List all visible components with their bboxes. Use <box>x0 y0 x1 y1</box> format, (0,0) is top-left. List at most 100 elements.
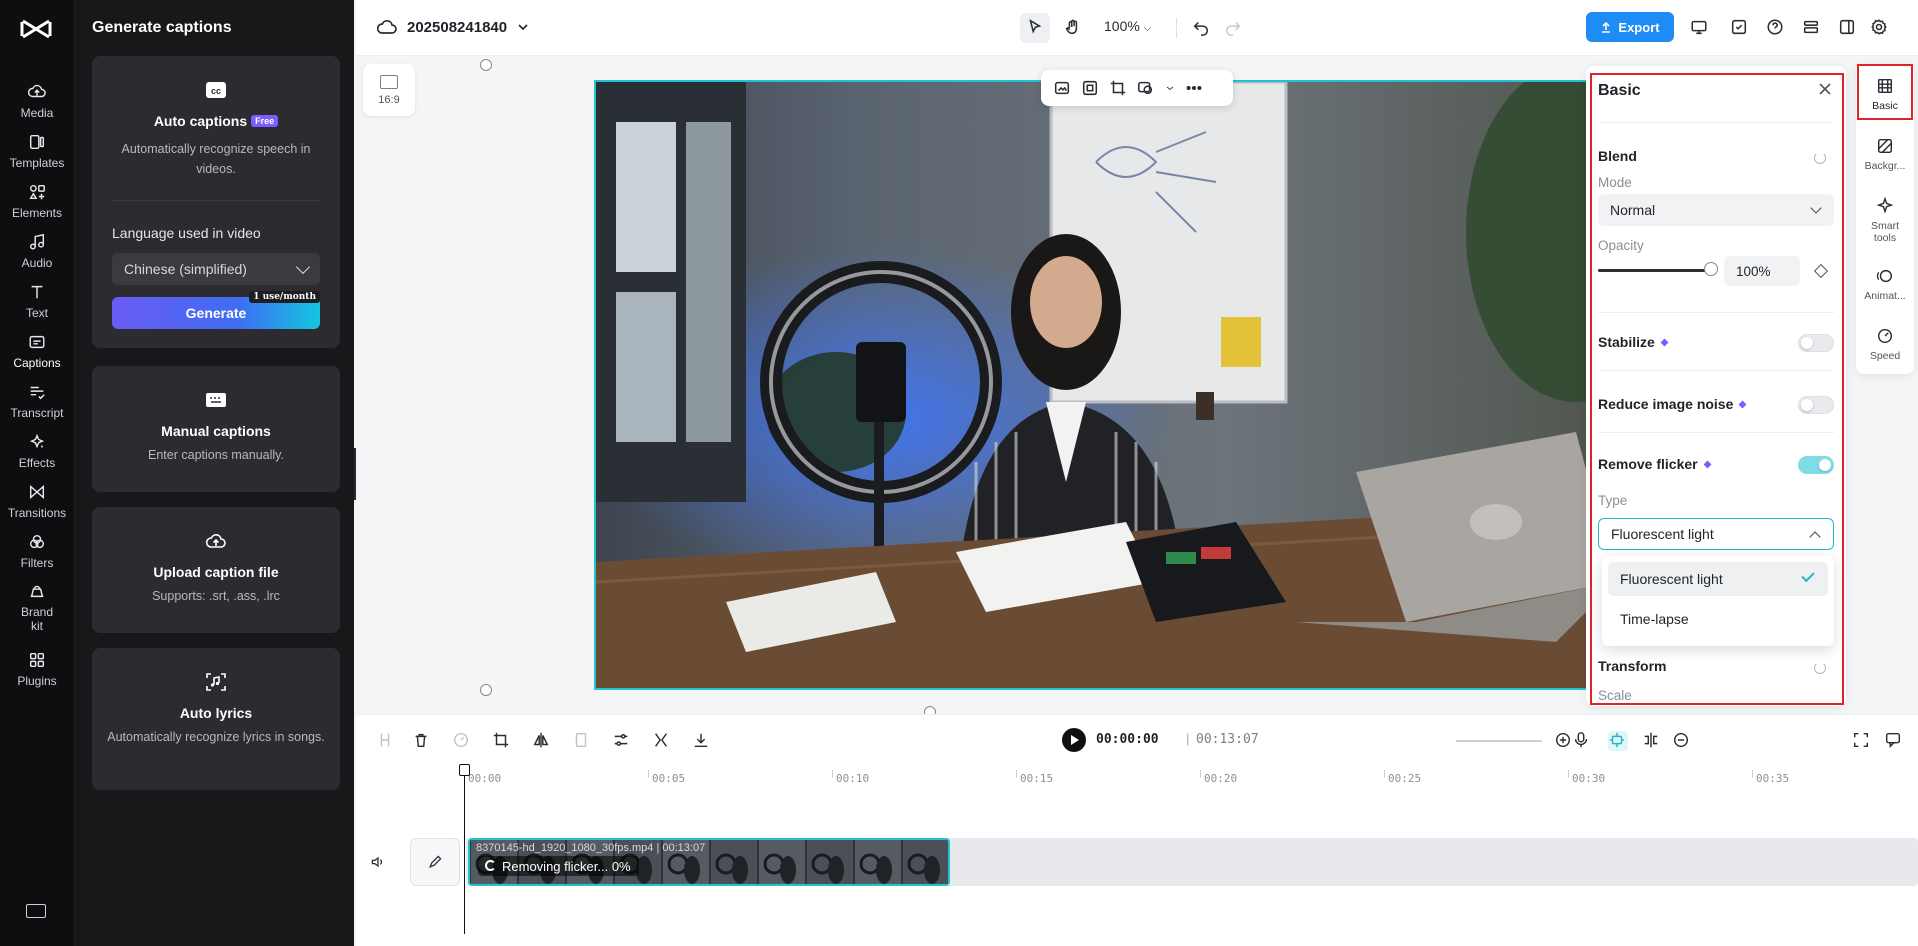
export-button[interactable]: Export <box>1586 12 1674 42</box>
crop-icon[interactable] <box>492 731 512 751</box>
cloud-upload-icon <box>205 534 226 548</box>
capcut-logo[interactable] <box>20 16 52 42</box>
rail-item-brand-kit[interactable]: Brand kit <box>4 575 70 639</box>
option-fluorescent-light[interactable]: Fluorescent light <box>1608 562 1828 596</box>
present-icon[interactable] <box>1688 16 1710 38</box>
pointer-tool-icon[interactable] <box>1024 16 1046 38</box>
freeze-icon[interactable] <box>572 731 592 751</box>
ruler-tick <box>1752 770 1753 778</box>
total-time: 00:13:07 <box>1196 732 1259 747</box>
close-icon[interactable] <box>1818 82 1832 96</box>
resize-handle-top-left[interactable] <box>480 59 492 71</box>
tab-speed[interactable]: Speed <box>1856 314 1914 374</box>
volume-icon[interactable] <box>370 854 388 872</box>
generate-button[interactable]: Generate 1 use/month <box>112 291 320 329</box>
tab-basic[interactable]: Basic <box>1856 64 1914 124</box>
aspect-ratio-button[interactable]: 16:9 <box>363 64 415 116</box>
type-label: Type <box>1598 493 1628 508</box>
auto-lyrics-card[interactable]: Auto lyrics Automatically recognize lyri… <box>92 648 340 790</box>
microphone-icon[interactable] <box>1572 731 1592 751</box>
option-time-lapse[interactable]: Time-lapse <box>1608 602 1828 636</box>
auto-snap-icon[interactable] <box>1608 731 1628 751</box>
adjust-icon[interactable] <box>612 731 632 751</box>
tab-smart-tools[interactable]: Smart tools <box>1856 186 1914 254</box>
flicker-type-select[interactable]: Fluorescent light <box>1598 518 1834 550</box>
split-view-icon[interactable] <box>1642 731 1662 751</box>
remove-flicker-toggle[interactable] <box>1798 456 1834 474</box>
undo-icon[interactable] <box>1190 16 1212 38</box>
opacity-slider-track[interactable] <box>1598 269 1710 272</box>
speed-icon <box>1877 328 1893 343</box>
feedback-icon[interactable] <box>1884 731 1904 751</box>
ruler-tick <box>1200 770 1201 778</box>
tab-animation[interactable]: Animat... <box>1856 254 1914 314</box>
publish-icon[interactable] <box>1728 16 1750 38</box>
blend-mode-select[interactable]: Normal <box>1598 194 1834 226</box>
manual-captions-title: Manual captions <box>161 423 271 439</box>
property-tabs: Basic Backgr... Smart tools Animat... Sp… <box>1856 64 1914 374</box>
plugins-icon <box>29 652 45 667</box>
mask-icon[interactable] <box>1137 79 1155 97</box>
flip-icon[interactable] <box>532 731 552 751</box>
chevron-down-icon[interactable] <box>1165 79 1175 97</box>
ruler-tick <box>1016 770 1017 778</box>
current-time: 00:00:00 <box>1096 732 1159 747</box>
redo-icon[interactable] <box>1222 16 1244 38</box>
video-clip[interactable]: 8370145-hd_1920_1080_30fps.mp4 | 00:13:0… <box>468 838 950 886</box>
language-select[interactable]: Chinese (simplified) <box>112 253 320 285</box>
filters-icon <box>29 534 45 548</box>
stabilize-toggle[interactable] <box>1798 334 1834 352</box>
clip-name: 8370145-hd_1920_1080_30fps.mp4 | 00:13:0… <box>476 842 706 854</box>
zoom-menu[interactable]: 100% ⌵ <box>1104 18 1151 34</box>
background-icon <box>1877 138 1893 153</box>
download-menu-icon[interactable] <box>692 731 728 751</box>
pencil-icon <box>429 855 442 868</box>
delete-icon[interactable] <box>412 731 432 751</box>
cloud-upload-icon <box>28 84 46 97</box>
project-name-menu[interactable]: 202508241840 <box>377 18 529 36</box>
audio-icon <box>29 233 45 249</box>
hand-tool-icon[interactable] <box>1062 16 1084 38</box>
ruler-label: 00:10 <box>836 772 870 785</box>
keyboard-shortcuts-icon[interactable] <box>26 904 46 918</box>
more-options-icon[interactable] <box>1185 79 1203 97</box>
upload-icon <box>1602 21 1611 33</box>
split-icon[interactable] <box>376 731 396 751</box>
zoom-out-icon[interactable] <box>1672 731 1692 751</box>
tab-background[interactable]: Backgr... <box>1856 124 1914 184</box>
play-button[interactable] <box>1062 728 1086 752</box>
ruler-label: 00:30 <box>1572 772 1606 785</box>
settings-gear-icon[interactable] <box>1868 16 1890 38</box>
reset-icon[interactable] <box>1814 152 1826 164</box>
video-floating-toolbar <box>1041 70 1233 106</box>
speed-ramp-icon[interactable] <box>452 731 472 751</box>
reset-icon[interactable] <box>1814 662 1826 674</box>
rail-item-filters[interactable]: Filters <box>4 522 70 580</box>
layers-icon[interactable] <box>1800 16 1822 38</box>
brand-kit-icon <box>30 585 44 597</box>
opacity-input[interactable]: 100% <box>1724 256 1800 286</box>
zoom-in-icon[interactable] <box>1554 731 1574 751</box>
reduce-noise-toggle[interactable] <box>1798 396 1834 414</box>
fit-screen-icon[interactable] <box>1852 731 1872 751</box>
keyframe-icon[interactable] <box>1813 263 1829 279</box>
timeline-zoom-slider[interactable] <box>1456 740 1542 742</box>
layout-icon[interactable] <box>1836 16 1858 38</box>
crop-icon[interactable] <box>1109 79 1127 97</box>
replace-media-icon[interactable] <box>1053 79 1071 97</box>
video-preview[interactable] <box>594 80 1644 690</box>
resize-handle-bottom-left[interactable] <box>480 684 492 696</box>
edit-cover-button[interactable] <box>410 838 460 886</box>
help-icon[interactable] <box>1764 16 1786 38</box>
animation-icon <box>1876 269 1893 282</box>
playhead[interactable] <box>464 764 465 934</box>
crop-frame-icon[interactable] <box>1081 79 1099 97</box>
upload-caption-card[interactable]: Upload caption file Supports: .srt, .ass… <box>92 507 340 633</box>
rail-item-plugins[interactable]: Plugins <box>4 640 70 698</box>
trim-icon[interactable] <box>652 731 672 751</box>
manual-captions-card[interactable]: Manual captions Enter captions manually. <box>92 366 340 492</box>
playhead-handle[interactable] <box>459 764 470 776</box>
opacity-slider-handle[interactable] <box>1704 262 1718 276</box>
language-label: Language used in video <box>112 225 261 241</box>
upload-caption-title: Upload caption file <box>153 564 279 580</box>
